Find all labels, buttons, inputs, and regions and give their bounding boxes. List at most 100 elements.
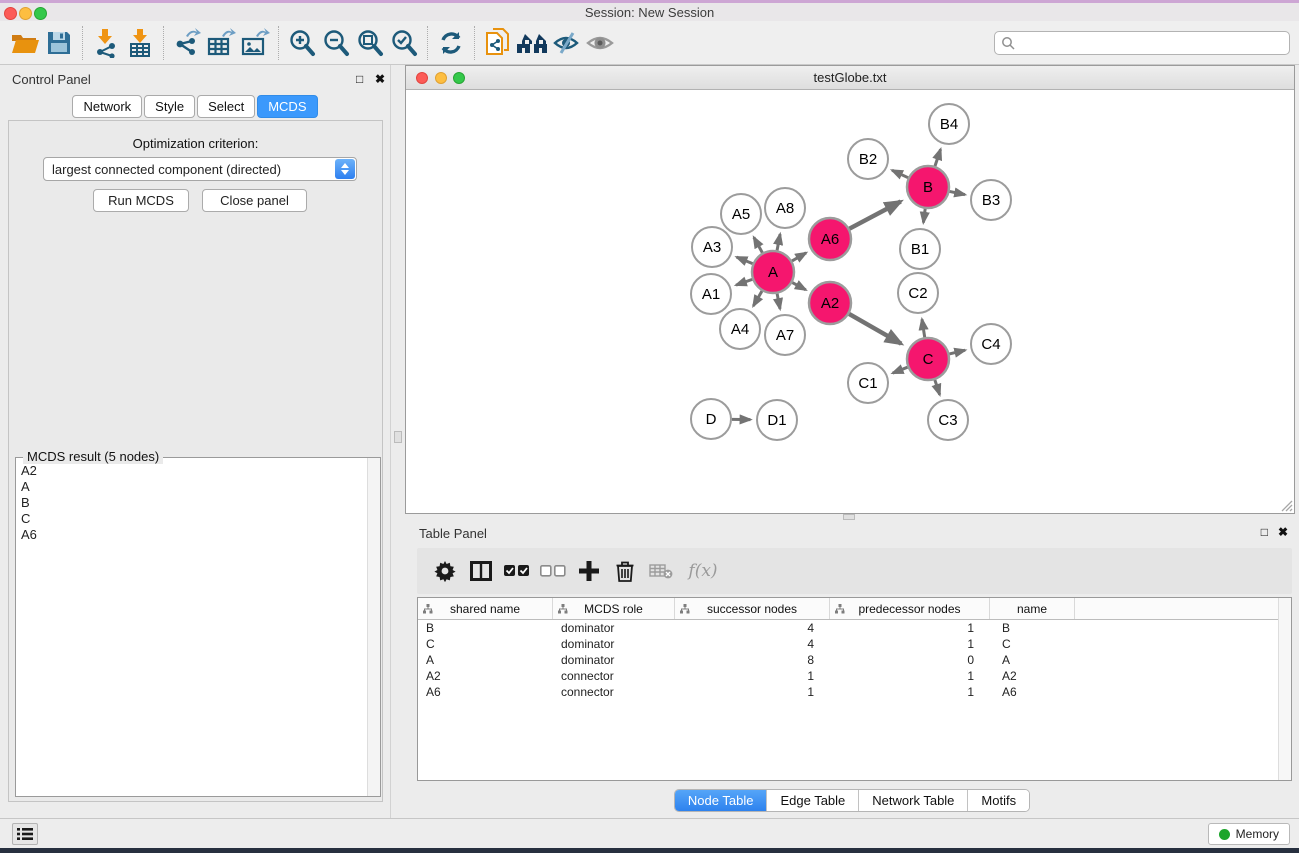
graph-edge-C-C2[interactable] — [922, 319, 925, 337]
table-row[interactable]: Adominator80A — [418, 652, 1291, 668]
graph-node-C1[interactable]: C1 — [848, 363, 888, 403]
table-cell[interactable]: A — [990, 652, 1075, 668]
table-cell[interactable]: C — [990, 636, 1075, 652]
graph-edge-A-A6[interactable] — [792, 253, 806, 261]
memory-button[interactable]: Memory — [1208, 823, 1290, 845]
resize-grip-icon[interactable] — [1279, 498, 1293, 512]
criterion-dropdown[interactable]: largest connected component (directed) — [43, 157, 357, 181]
graph-node-A2[interactable]: A2 — [809, 282, 851, 324]
tab-edge-table[interactable]: Edge Table — [767, 790, 859, 811]
table-cell[interactable]: 4 — [675, 636, 830, 652]
table-cell[interactable]: dominator — [553, 636, 675, 652]
mcds-result-item[interactable]: A — [21, 479, 362, 495]
table-row[interactable]: A6connector11A6 — [418, 684, 1291, 700]
table-row[interactable]: A2connector11A2 — [418, 668, 1291, 684]
delete-column-trash-icon[interactable] — [607, 553, 643, 589]
zoom-selected-icon[interactable] — [387, 26, 421, 60]
export-table-icon[interactable] — [204, 26, 238, 60]
graph-edge-B-B1[interactable] — [923, 209, 925, 223]
graph-node-D1[interactable]: D1 — [757, 400, 797, 440]
graph-node-A3[interactable]: A3 — [692, 227, 732, 267]
table-cell[interactable]: connector — [553, 668, 675, 684]
graph-node-A1[interactable]: A1 — [691, 274, 731, 314]
tab-motifs[interactable]: Motifs — [968, 790, 1029, 811]
graph-edge-B-B3[interactable] — [950, 191, 965, 194]
task-history-button[interactable] — [12, 823, 38, 845]
table-cell[interactable]: 1 — [830, 668, 990, 684]
table-row[interactable]: Bdominator41B — [418, 620, 1291, 636]
mcds-result-item[interactable]: A2 — [21, 463, 362, 479]
refresh-layout-icon[interactable] — [434, 26, 468, 60]
import-network-icon[interactable] — [89, 26, 123, 60]
graph-node-A6[interactable]: A6 — [809, 218, 851, 260]
table-cell[interactable]: 1 — [830, 684, 990, 700]
home-icon[interactable] — [515, 26, 549, 60]
graph-node-C4[interactable]: C4 — [971, 324, 1011, 364]
graph-node-D[interactable]: D — [691, 399, 731, 439]
column-header-predecessor-nodes[interactable]: predecessor nodes — [830, 598, 990, 619]
vertical-splitter-handle[interactable] — [394, 431, 402, 443]
table-cell[interactable]: connector — [553, 684, 675, 700]
graph-node-A8[interactable]: A8 — [765, 188, 805, 228]
graph-edge-A-A3[interactable] — [737, 257, 753, 264]
zoom-fit-icon[interactable] — [353, 26, 387, 60]
column-header-shared-name[interactable]: shared name — [418, 598, 553, 619]
tab-network-table[interactable]: Network Table — [859, 790, 968, 811]
graph-node-C[interactable]: C — [907, 338, 949, 380]
column-header-name[interactable]: name — [990, 598, 1075, 619]
table-scrollbar[interactable] — [1278, 598, 1291, 780]
graph-edge-A-A8[interactable] — [777, 234, 780, 250]
zoom-in-icon[interactable] — [285, 26, 319, 60]
table-cell[interactable]: 4 — [675, 620, 830, 636]
table-cell[interactable]: A2 — [418, 668, 553, 684]
graph-edge-B-B2[interactable] — [892, 170, 908, 177]
table-cell[interactable]: A2 — [990, 668, 1075, 684]
tab-select[interactable]: Select — [197, 95, 255, 118]
graph-edge-B-B4[interactable] — [935, 149, 941, 166]
table-cell[interactable]: 1 — [830, 620, 990, 636]
table-cell[interactable]: A6 — [990, 684, 1075, 700]
table-cell[interactable]: 1 — [675, 668, 830, 684]
table-cell[interactable]: 1 — [830, 636, 990, 652]
save-icon[interactable] — [42, 26, 76, 60]
close-panel-button[interactable]: Close panel — [202, 189, 307, 212]
graph-edge-C-C3[interactable] — [935, 380, 940, 395]
show-panel-eye-icon[interactable] — [583, 26, 617, 60]
graph-node-A5[interactable]: A5 — [721, 194, 761, 234]
export-image-icon[interactable] — [238, 26, 272, 60]
graph-edge-A2-C[interactable] — [849, 314, 901, 344]
table-cell[interactable]: A — [418, 652, 553, 668]
export-network-icon[interactable] — [170, 26, 204, 60]
graph-edge-A-A4[interactable] — [753, 291, 762, 306]
graph-node-C2[interactable]: C2 — [898, 273, 938, 313]
graph-edge-A-A7[interactable] — [777, 294, 780, 309]
tab-style[interactable]: Style — [144, 95, 195, 118]
close-panel-icon[interactable]: ✖ — [375, 72, 385, 86]
add-column-icon[interactable] — [571, 553, 607, 589]
table-cell[interactable]: A6 — [418, 684, 553, 700]
close-table-panel-icon[interactable]: ✖ — [1278, 525, 1288, 539]
import-table-icon[interactable] — [123, 26, 157, 60]
mcds-result-item[interactable]: C — [21, 511, 362, 527]
duplicate-network-icon[interactable] — [481, 26, 515, 60]
search-input[interactable] — [1019, 36, 1289, 51]
open-file-icon[interactable] — [8, 26, 42, 60]
result-scrollbar[interactable] — [367, 458, 380, 796]
hide-panel-eye-icon[interactable] — [549, 26, 583, 60]
column-header-mcds-role[interactable]: MCDS role — [553, 598, 675, 619]
graph-edge-C-C4[interactable] — [949, 350, 965, 354]
deselect-all-checkboxes-icon[interactable] — [535, 553, 571, 589]
float-table-panel-icon[interactable]: □ — [1261, 525, 1268, 539]
graph-node-A4[interactable]: A4 — [720, 309, 760, 349]
run-mcds-button[interactable]: Run MCDS — [93, 189, 189, 212]
graph-node-A[interactable]: A — [752, 251, 794, 293]
graph-node-B2[interactable]: B2 — [848, 139, 888, 179]
float-panel-icon[interactable]: □ — [356, 72, 363, 86]
table-cell[interactable]: 8 — [675, 652, 830, 668]
graph-node-B4[interactable]: B4 — [929, 104, 969, 144]
graph-node-B3[interactable]: B3 — [971, 180, 1011, 220]
tab-network[interactable]: Network — [72, 95, 142, 118]
table-cell[interactable]: dominator — [553, 652, 675, 668]
settings-gear-icon[interactable] — [427, 553, 463, 589]
graph-edge-A-A1[interactable] — [736, 279, 752, 285]
